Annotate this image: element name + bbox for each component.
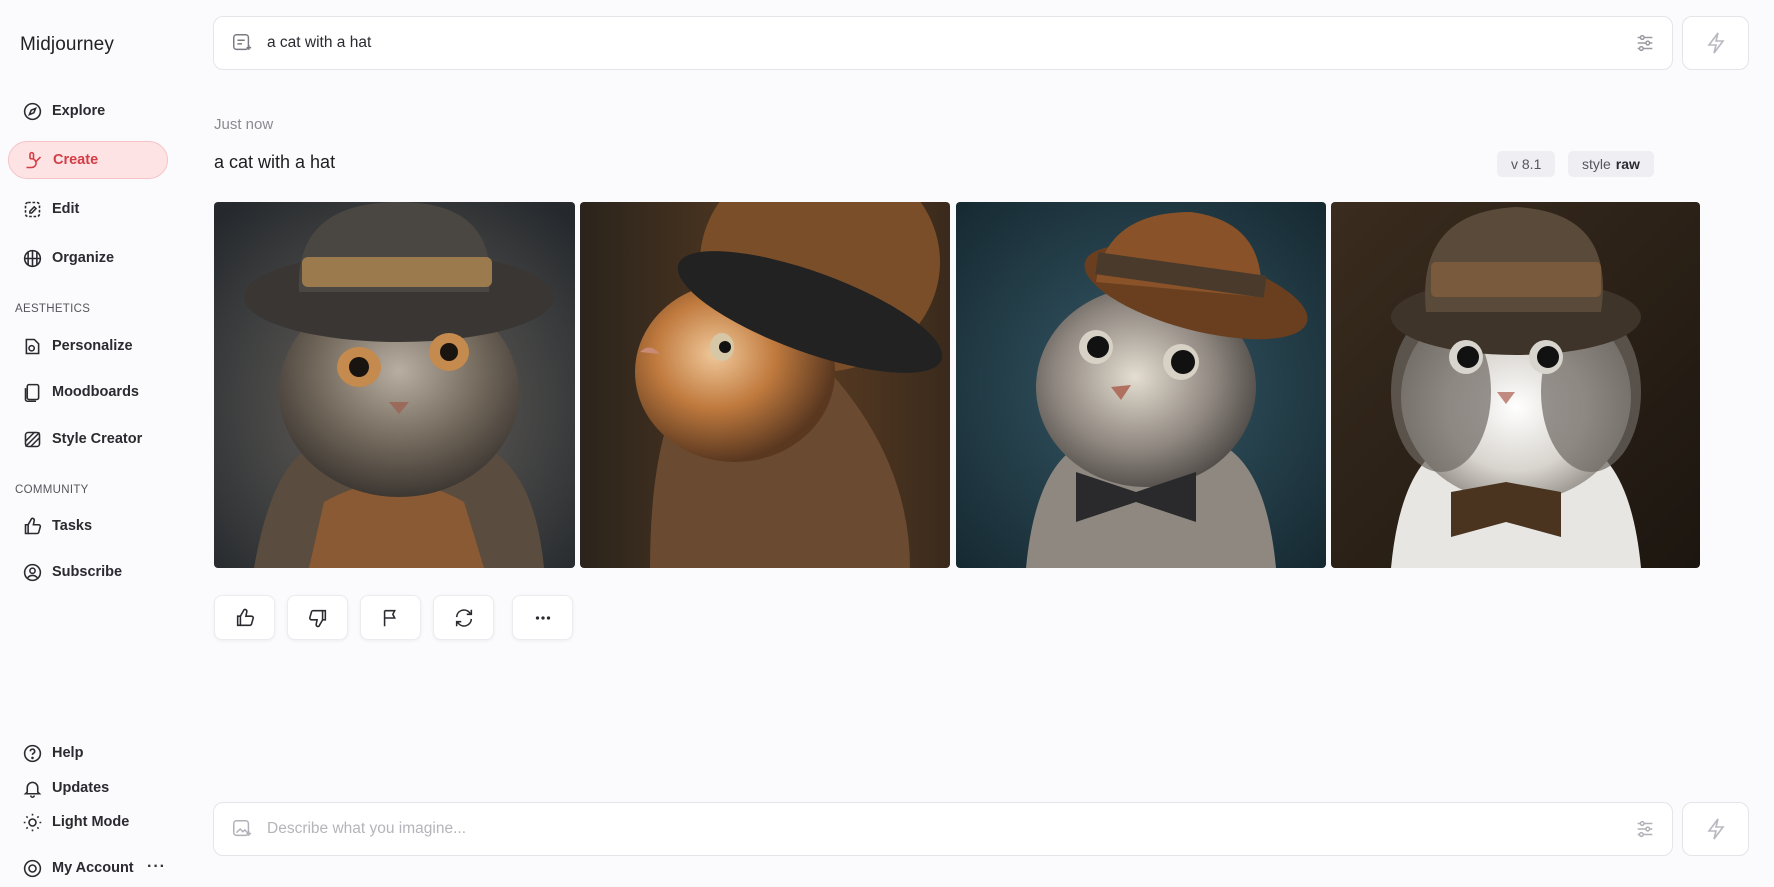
nav-moodboards[interactable]: Moodboards: [8, 373, 168, 411]
app-logo[interactable]: Midjourney: [20, 34, 114, 56]
community-section-label: COMMUNITY: [15, 484, 89, 496]
more-icon: [535, 615, 550, 620]
settings-sliders-icon[interactable]: [1634, 818, 1656, 840]
nav-help-label: Help: [52, 745, 84, 761]
account-icon: [21, 857, 43, 879]
nav-moodboards-label: Moodboards: [52, 384, 139, 400]
nav-light-mode[interactable]: Light Mode: [8, 803, 168, 841]
nav-personalize-label: Personalize: [52, 338, 133, 354]
edit-icon: [21, 198, 43, 220]
nav-create[interactable]: Create: [8, 141, 168, 179]
style-creator-icon: [21, 428, 43, 450]
bolt-icon: [1706, 818, 1725, 840]
grid-icon: [21, 247, 43, 269]
dislike-button[interactable]: [287, 595, 348, 640]
generated-image-2[interactable]: [580, 202, 950, 568]
nav-style-creator-label: Style Creator: [52, 431, 143, 447]
prompt-input[interactable]: [267, 820, 1634, 838]
thumbs-down-icon: [308, 609, 326, 627]
generated-image-3[interactable]: [956, 202, 1326, 568]
brush-icon: [22, 149, 44, 171]
flag-button[interactable]: [360, 595, 421, 640]
nav-my-account-label: My Account: [52, 860, 134, 876]
nav-explore[interactable]: Explore: [8, 92, 168, 130]
version-tag-label: v 8.1: [1511, 156, 1542, 172]
generated-image-1[interactable]: [214, 202, 575, 568]
nav-light-mode-label: Light Mode: [52, 814, 130, 830]
nav-organize-label: Organize: [52, 250, 115, 266]
style-tag-value: raw: [1615, 156, 1640, 172]
thumbs-up-icon: [236, 608, 254, 626]
job-timestamp: Just now: [214, 116, 274, 133]
nav-explore-label: Explore: [52, 103, 106, 119]
bottom-prompt-bar[interactable]: [213, 802, 1673, 856]
nav-updates-label: Updates: [52, 780, 110, 796]
nav-my-account[interactable]: My Account: [8, 849, 168, 887]
nav-style-creator[interactable]: Style Creator: [8, 420, 168, 458]
image-prompt-icon[interactable]: [231, 818, 253, 840]
nav-tasks-label: Tasks: [52, 518, 93, 534]
nav-help[interactable]: Help: [8, 734, 168, 772]
top-prompt-text[interactable]: a cat with a hat: [267, 34, 1634, 52]
rerun-button[interactable]: [433, 595, 494, 640]
like-button[interactable]: [214, 595, 275, 640]
bell-icon: [21, 777, 43, 799]
generated-image-4[interactable]: [1331, 202, 1700, 568]
job-prompt-text[interactable]: a cat with a hat: [214, 152, 335, 173]
thumbs-up-icon: [21, 515, 43, 537]
nav-edit[interactable]: Edit: [8, 190, 168, 228]
nav-organize[interactable]: Organize: [8, 239, 168, 277]
account-more-button[interactable]: ···: [147, 858, 166, 876]
nav-tasks[interactable]: Tasks: [8, 507, 168, 545]
compass-icon: [21, 100, 43, 122]
settings-sliders-icon[interactable]: [1634, 32, 1656, 54]
nav-subscribe[interactable]: Subscribe: [8, 553, 168, 591]
version-tag[interactable]: v 8.1: [1497, 151, 1556, 177]
personalize-icon: [21, 335, 43, 357]
flag-icon: [383, 609, 396, 626]
help-icon: [21, 742, 43, 764]
image-prompt-icon[interactable]: [231, 32, 253, 54]
nav-personalize[interactable]: Personalize: [8, 327, 168, 365]
more-options-button[interactable]: [512, 595, 573, 640]
aesthetics-section-label: AESTHETICS: [15, 303, 91, 315]
style-tag[interactable]: style raw: [1568, 151, 1654, 177]
top-prompt-bar[interactable]: a cat with a hat: [213, 16, 1673, 70]
sidebar: Midjourney Explore Create Edit Organize …: [0, 0, 180, 887]
top-generate-button[interactable]: [1682, 16, 1749, 70]
refresh-icon: [455, 608, 472, 627]
moodboard-icon: [21, 381, 43, 403]
nav-edit-label: Edit: [52, 201, 80, 217]
bolt-icon: [1706, 32, 1725, 54]
style-tag-key: style: [1582, 156, 1611, 172]
sun-icon: [21, 811, 43, 833]
bottom-generate-button[interactable]: [1682, 802, 1749, 856]
nav-updates[interactable]: Updates: [8, 769, 168, 807]
user-circle-icon: [21, 561, 43, 583]
nav-create-label: Create: [53, 152, 99, 168]
nav-subscribe-label: Subscribe: [52, 564, 123, 580]
